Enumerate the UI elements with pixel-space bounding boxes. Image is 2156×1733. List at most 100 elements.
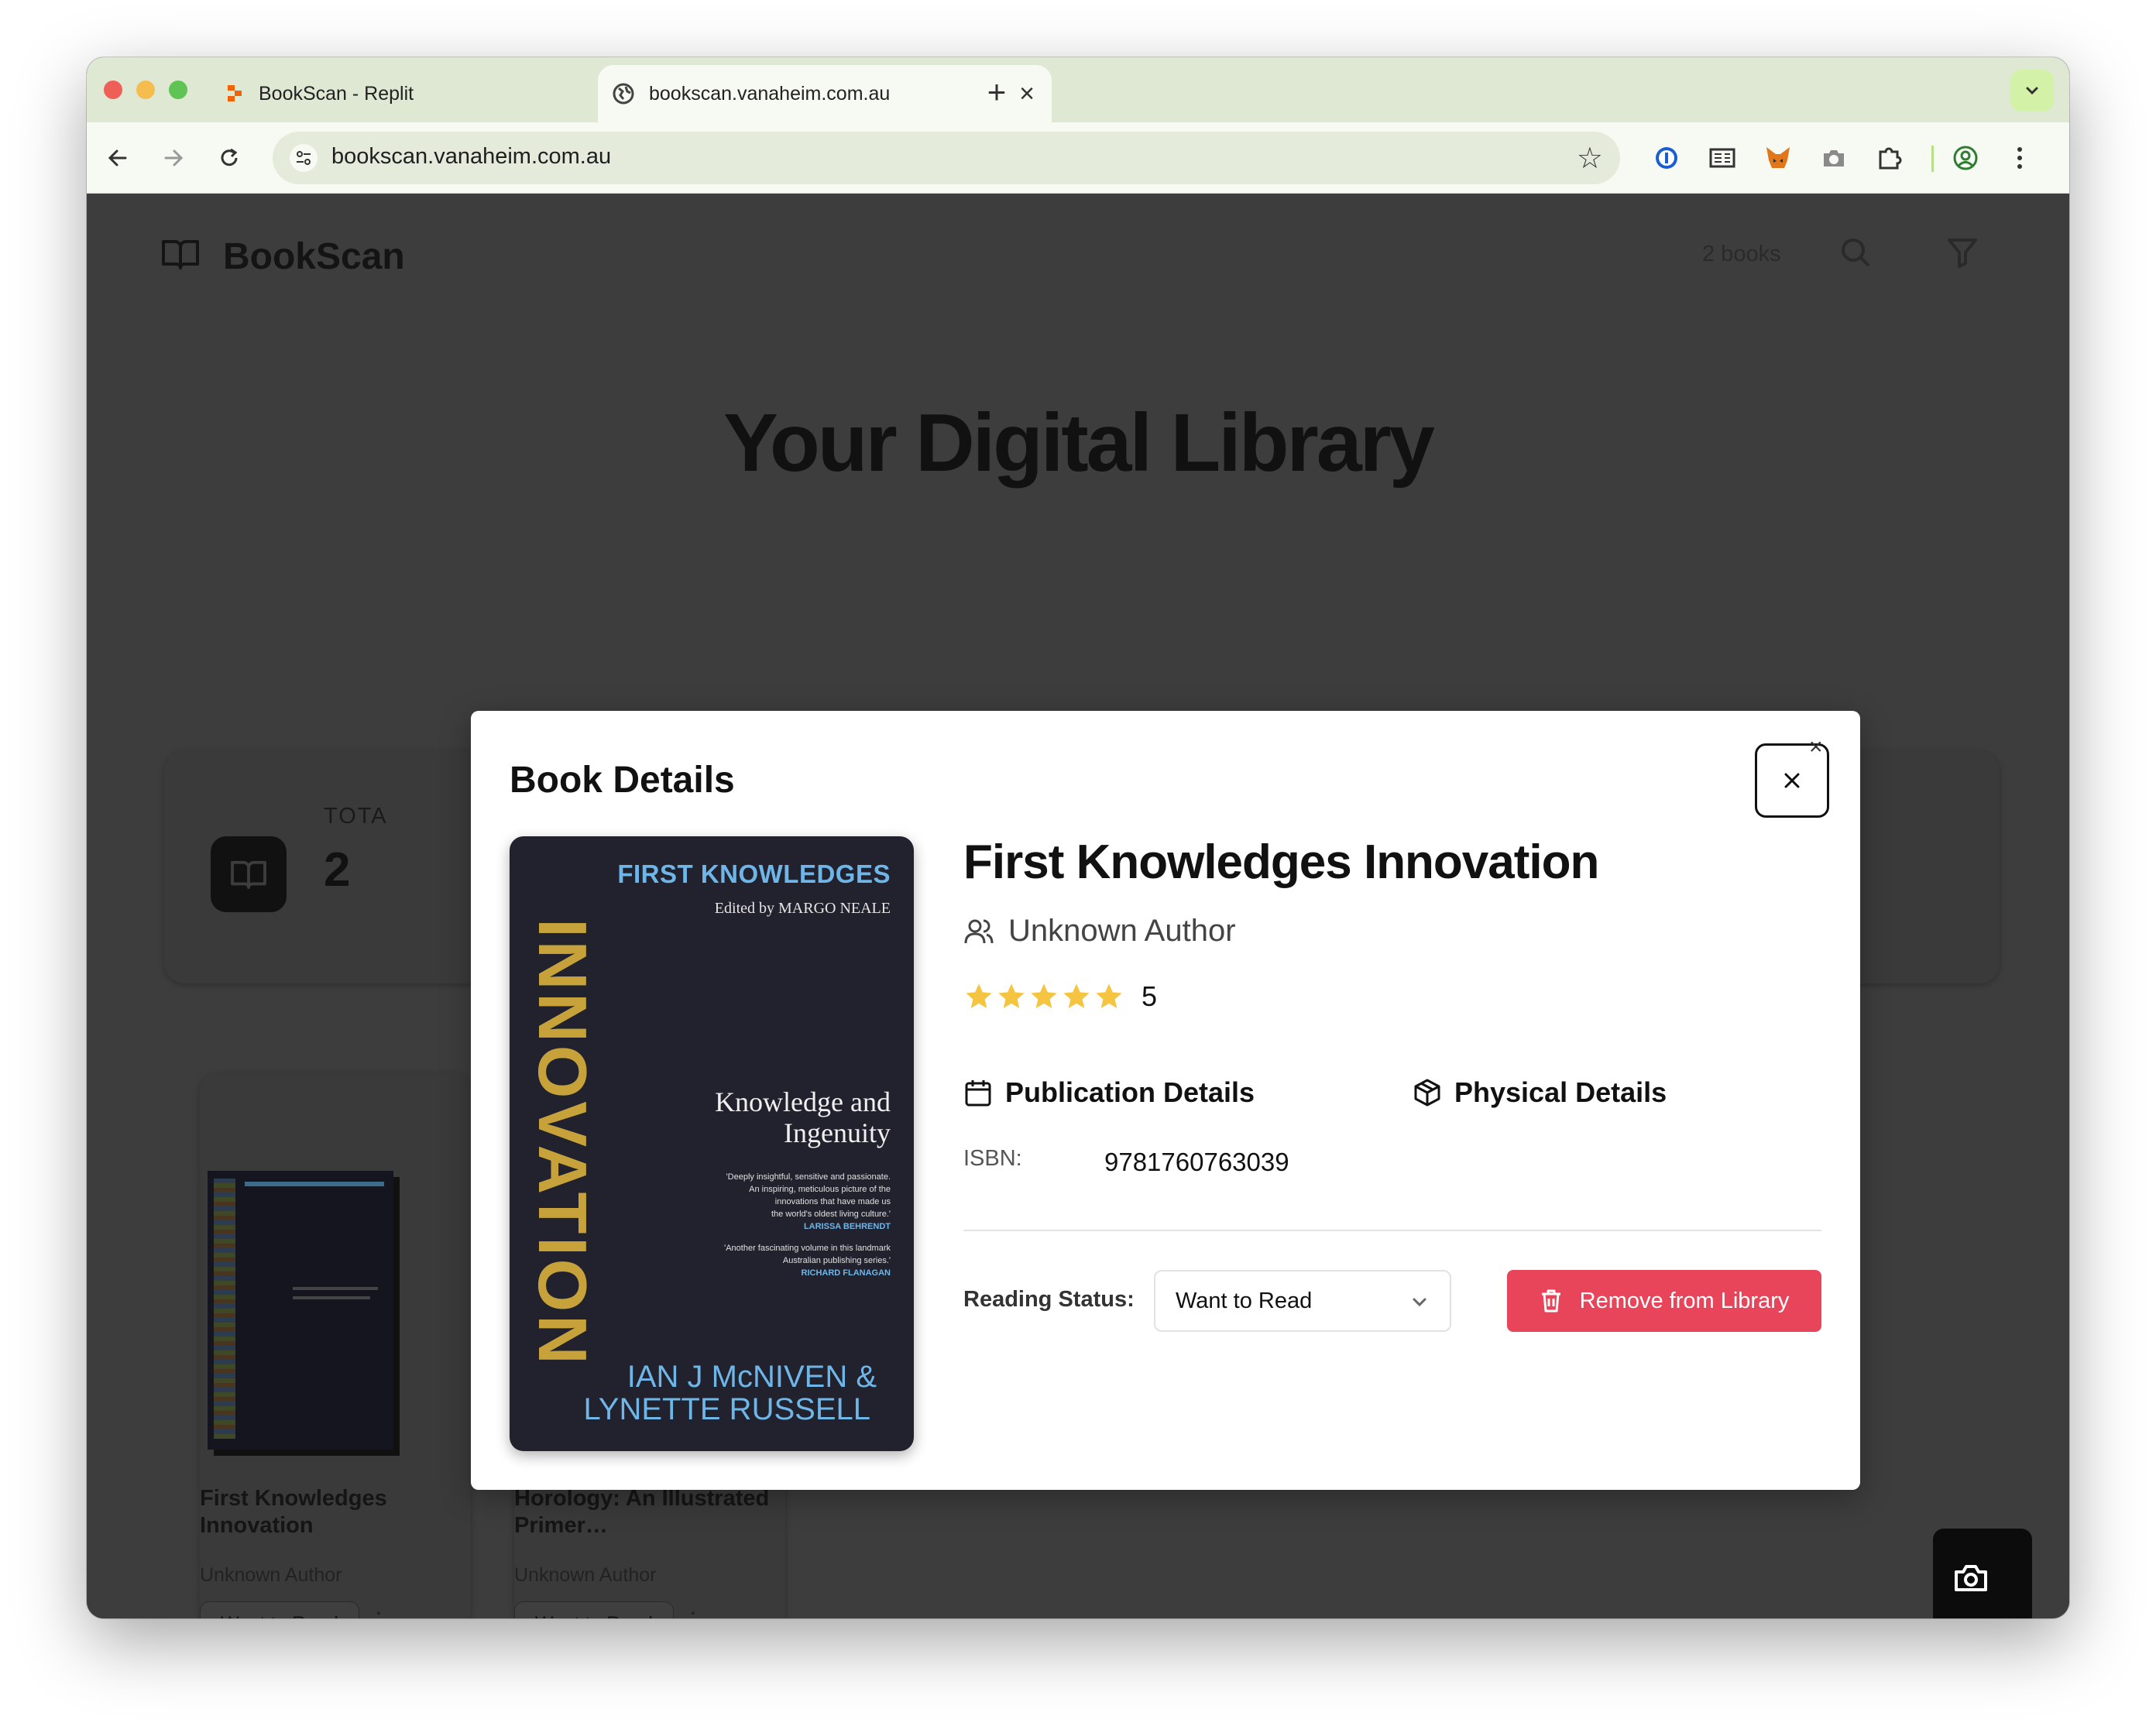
tab-close-icon[interactable]: × (1019, 81, 1035, 107)
new-tab-button[interactable]: + (977, 73, 1016, 112)
section-divider (963, 1230, 1821, 1231)
trash-icon (1541, 1289, 1560, 1313)
tab-search-button[interactable] (2010, 70, 2054, 112)
filter-icon[interactable] (1945, 235, 1979, 269)
bookmark-star-icon[interactable]: ☆ (1577, 141, 1603, 176)
page-content: BookScan 2 books Your Digital Library TO… (87, 194, 2069, 1618)
book-cover: INNOVATION FIRST KNOWLEDGES Edited by MA… (510, 836, 914, 1451)
star-icon (998, 983, 1025, 1008)
cover-editor: Edited by MARGO NEALE (714, 900, 891, 917)
arrow-left-icon (108, 149, 127, 166)
browser-window: BookScan - Replit × bookscan.vanaheim.co… (87, 57, 2069, 1618)
publication-details-label: Publication Details (1005, 1076, 1255, 1108)
url-text: bookscan.vanaheim.com.au (331, 144, 612, 169)
puzzle-extensions-icon[interactable] (1874, 142, 1905, 173)
cover-quote-source: RICHARD FLANAGAN (801, 1268, 891, 1278)
brand-title: BookScan (223, 236, 405, 277)
stat-book-icon (211, 836, 287, 912)
camera-icon (1955, 1565, 1987, 1591)
star-icon (966, 983, 992, 1008)
search-icon[interactable] (1838, 235, 1873, 269)
chevron-down-icon (2026, 87, 2038, 95)
cover-series: FIRST KNOWLEDGES (617, 860, 891, 888)
book-title: First Knowledges Innovation (963, 836, 1599, 889)
browser-toolbar: bookscan.vanaheim.com.au ☆ (87, 122, 2069, 194)
tab-title: BookScan - Replit (259, 82, 414, 105)
cover-authors-line1: IAN J McNIVEN & (627, 1360, 877, 1394)
reload-icon (221, 148, 238, 166)
globe-icon (613, 83, 634, 105)
reading-status-select[interactable]: Want to Read (1154, 1270, 1451, 1332)
book-open-icon (162, 240, 199, 269)
toolbar-divider (1931, 146, 1934, 172)
tab-title: bookscan.vanaheim.com.au (649, 82, 891, 105)
stat-value: 2 (324, 843, 351, 897)
card-title[interactable]: First Knowledges Innovation (200, 1485, 455, 1539)
reload-button[interactable] (211, 139, 248, 177)
back-button[interactable] (99, 139, 136, 177)
forward-button[interactable] (155, 139, 192, 177)
remove-button-label: Remove from Library (1579, 1288, 1790, 1313)
arrow-right-icon (164, 149, 184, 166)
card-author: Unknown Author (200, 1564, 342, 1586)
scan-camera-button[interactable] (1933, 1529, 2032, 1618)
physical-details-label: Physical Details (1454, 1076, 1667, 1108)
card-title[interactable]: Horology: An Illustrated Primer… (514, 1485, 770, 1539)
cover-spine-word: INNOVATION (524, 918, 601, 1368)
tab-strip: BookScan - Replit × bookscan.vanaheim.co… (87, 57, 2069, 122)
star-icon (1031, 983, 1057, 1008)
calendar-icon (965, 1080, 991, 1107)
card-more-icon[interactable]: ⋮ (681, 1608, 705, 1618)
rating-stars (963, 981, 1126, 1012)
rating-value: 5 (1142, 980, 1158, 1012)
card-author: Unknown Author (514, 1564, 657, 1586)
fox-wallet-icon[interactable] (1763, 142, 1794, 173)
card-status-button[interactable]: Want to Read (200, 1601, 359, 1618)
reader-icon[interactable] (1707, 142, 1738, 173)
remove-from-library-button[interactable]: Remove from Library (1507, 1270, 1821, 1332)
author-row: Unknown Author (963, 914, 1236, 949)
cover-quote-line: innovations that have made us (774, 1197, 891, 1206)
cover-quote-source: LARISSA BEHRENDT (803, 1222, 891, 1231)
cover-quote-1: 'Deeply insightful, sensitive and passio… (726, 1171, 891, 1233)
kebab-menu-icon[interactable] (2004, 142, 2035, 173)
chevron-down-icon (1413, 1298, 1426, 1307)
dialog-title: Book Details (510, 760, 735, 801)
stat-label: TOTA (324, 804, 388, 829)
books-count: 2 books (1702, 242, 1781, 266)
dialog-close-icon[interactable]: × (1809, 734, 1823, 760)
isbn-label: ISBN: (963, 1146, 1022, 1171)
camera-icon[interactable] (1818, 142, 1849, 173)
card-more-icon[interactable]: ⋮ (367, 1608, 390, 1618)
cover-quote-line: 'Deeply insightful, sensitive and passio… (726, 1172, 891, 1182)
close-window-button[interactable] (104, 81, 122, 99)
book-author: Unknown Author (1008, 914, 1236, 948)
password-manager-icon[interactable] (1651, 142, 1682, 173)
cover-authors-line2: LYNETTE RUSSELL (583, 1392, 871, 1426)
minimize-window-button[interactable] (136, 81, 155, 99)
address-bar[interactable]: bookscan.vanaheim.com.au ☆ (273, 132, 1620, 184)
cover-quote-2: 'Another fascinating volume in this land… (724, 1242, 891, 1279)
cover-quote-line: 'Another fascinating volume in this land… (724, 1244, 891, 1253)
users-icon (964, 919, 994, 943)
reading-status-label: Reading Status: (963, 1287, 1135, 1312)
replit-icon (228, 85, 242, 101)
reading-status-value: Want to Read (1176, 1289, 1313, 1313)
site-settings-icon[interactable] (290, 144, 318, 172)
isbn-value: 9781760763039 (1104, 1148, 1289, 1176)
cover-quote-line: Australian publishing series.' (782, 1256, 891, 1265)
cover-quote-line: the world's oldest living culture.' (771, 1210, 891, 1219)
card-status-button[interactable]: Want to Read (514, 1601, 674, 1618)
hero-title: Your Digital Library (723, 397, 1435, 489)
cover-subtitle-line1: Knowledge and (715, 1086, 891, 1117)
book-cover-thumbnail[interactable] (208, 1171, 393, 1450)
zoom-window-button[interactable] (169, 81, 187, 99)
star-icon (1096, 983, 1122, 1008)
profile-icon[interactable] (1950, 142, 1981, 173)
star-icon (1063, 983, 1090, 1008)
cover-subtitle-line2: Ingenuity (784, 1117, 891, 1148)
close-icon (1784, 773, 1800, 788)
rating-row: 5 (963, 980, 1157, 1013)
cover-quote-line: An inspiring, meticulous picture of the (749, 1185, 891, 1194)
package-icon (1414, 1079, 1440, 1107)
